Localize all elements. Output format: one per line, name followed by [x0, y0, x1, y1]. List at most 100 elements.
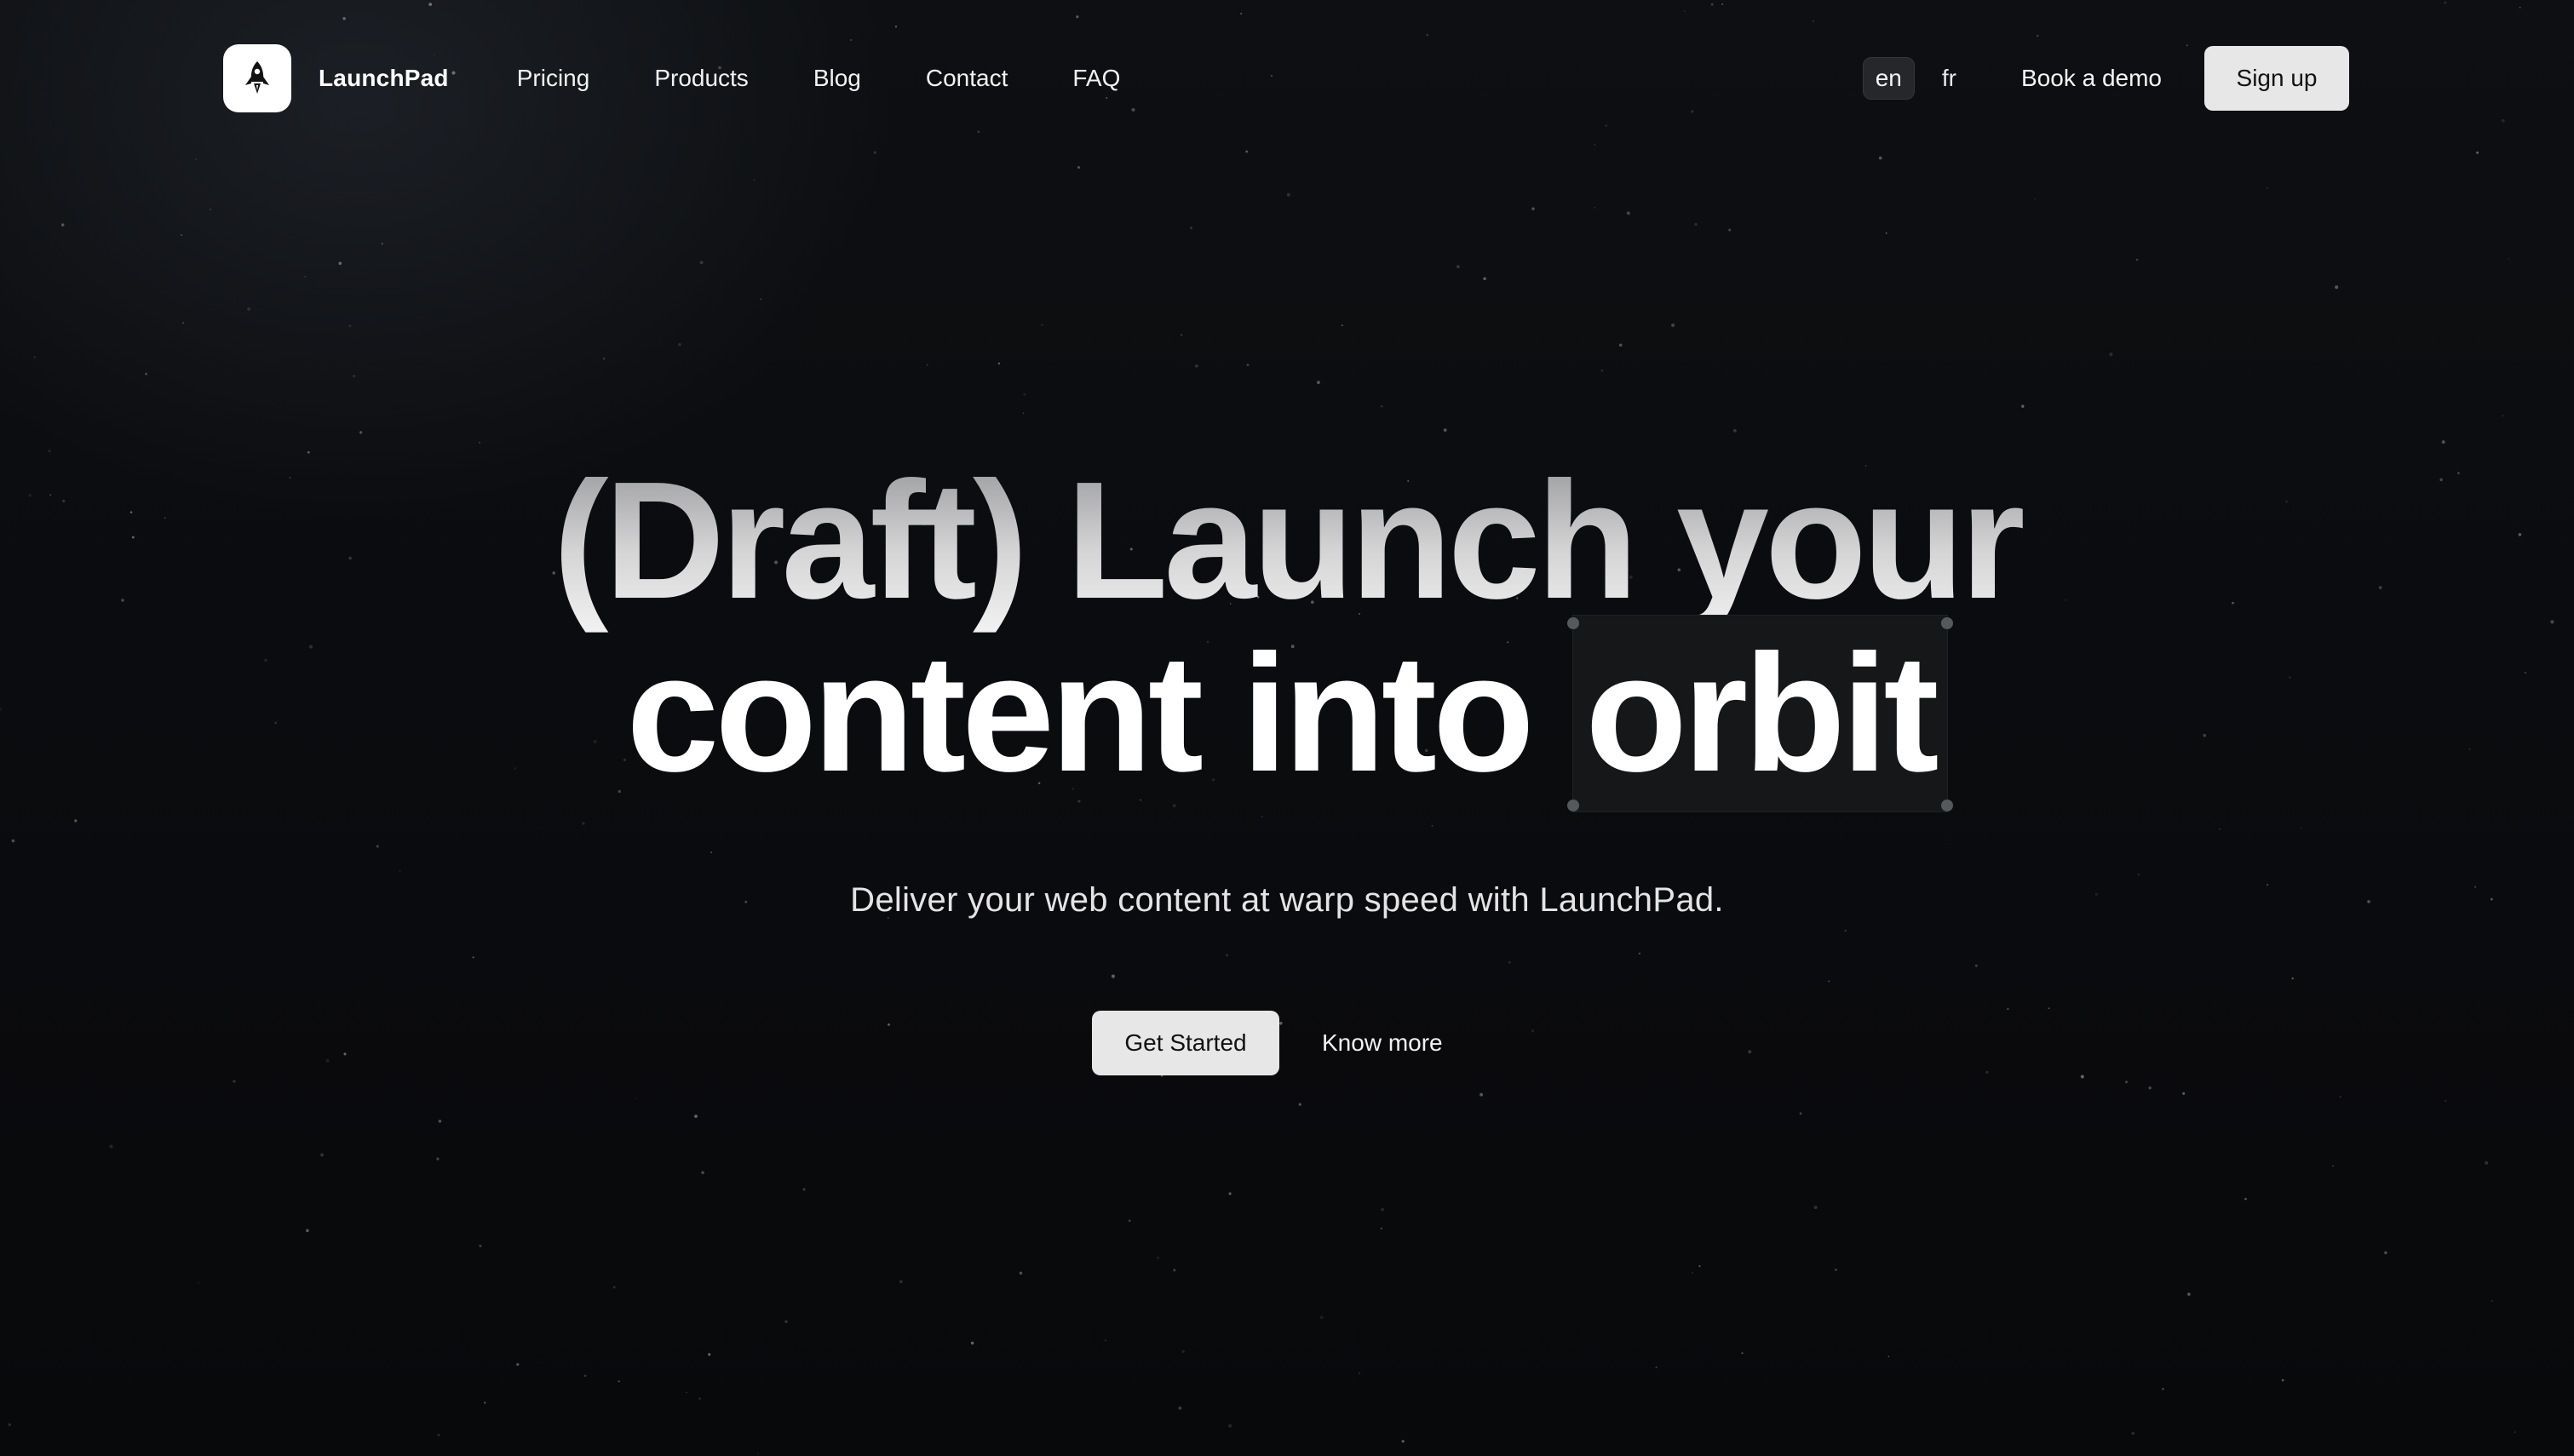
star: [247, 307, 250, 311]
star: [1710, 3, 1714, 6]
star: [1298, 1103, 1301, 1106]
nav-contact[interactable]: Contact: [926, 65, 1008, 92]
star: [1626, 211, 1630, 215]
nav-blog[interactable]: Blog: [813, 65, 861, 92]
selection-handle-bottom-right[interactable]: [1940, 800, 1953, 811]
star: [1813, 20, 1815, 22]
star: [997, 362, 1001, 365]
star: [1286, 192, 1290, 197]
star: [2514, 1430, 2516, 1434]
know-more-link[interactable]: Know more: [1322, 1029, 1443, 1057]
star: [1228, 1424, 1232, 1428]
star: [784, 1320, 788, 1323]
star: [2033, 198, 2037, 200]
star: [760, 298, 762, 301]
language-switcher: en fr: [1862, 57, 1968, 100]
hero-subtitle: Deliver your web content at warp speed w…: [850, 881, 1724, 919]
nav-pricing[interactable]: Pricing: [517, 65, 590, 92]
star: [1878, 156, 1882, 160]
star: [1741, 1352, 1744, 1355]
star: [1226, 954, 1228, 957]
star: [1381, 404, 1383, 408]
star: [182, 322, 185, 324]
star: [2187, 1293, 2191, 1296]
star: [1104, 1339, 1106, 1342]
star: [970, 1341, 974, 1345]
star: [1381, 1207, 1384, 1212]
star: [1128, 1219, 1131, 1223]
star: [11, 839, 15, 843]
star: [516, 1362, 520, 1367]
star: [1799, 1112, 1802, 1115]
star: [1319, 1316, 1324, 1320]
star: [8, 1423, 11, 1426]
nav-products[interactable]: Products: [654, 65, 749, 92]
star: [701, 1171, 704, 1175]
star: [1655, 1366, 1658, 1368]
star: [1380, 1227, 1382, 1230]
star: [1041, 324, 1043, 327]
star: [1401, 1440, 1405, 1443]
star: [2335, 285, 2339, 289]
star: [1443, 428, 1447, 432]
star: [1076, 15, 1079, 19]
get-started-button[interactable]: Get Started: [1092, 1011, 1279, 1075]
star: [850, 39, 852, 41]
star: [1691, 1271, 1694, 1274]
star: [699, 261, 704, 265]
language-en-button[interactable]: en: [1862, 57, 1915, 100]
star: [1531, 207, 1535, 210]
nav-faq[interactable]: FAQ: [1072, 65, 1120, 92]
star: [2182, 1092, 2186, 1095]
header-actions: en fr Book a demo Sign up: [1862, 46, 2349, 111]
logo: [223, 44, 291, 112]
star: [1181, 334, 1183, 336]
star: [1974, 964, 1978, 967]
star: [2501, 119, 2505, 123]
star: [306, 1229, 309, 1233]
highlighted-word: orbit: [1585, 620, 1939, 806]
star: [2131, 1431, 2135, 1436]
star: [1483, 277, 1486, 281]
star: [1173, 1269, 1176, 1272]
star: [320, 1153, 325, 1157]
star: [899, 1280, 903, 1284]
selection-handle-top-left[interactable]: [1567, 617, 1580, 629]
star: [33, 356, 36, 358]
star: [2109, 353, 2113, 357]
language-fr-button[interactable]: fr: [1930, 58, 1968, 99]
star: [338, 261, 342, 266]
main-nav: Pricing Products Blog Contact FAQ: [517, 65, 1121, 92]
star: [2339, 1096, 2341, 1098]
sign-up-button[interactable]: Sign up: [2204, 46, 2349, 111]
star: [209, 209, 211, 210]
star: [894, 26, 898, 28]
hero-heading-line1: (Draft) Launch your: [0, 443, 2574, 639]
star: [1358, 1372, 1360, 1374]
star: [1600, 369, 1604, 372]
star: [2048, 1007, 2050, 1010]
star: [2218, 828, 2221, 831]
star: [2021, 404, 2025, 408]
star: [802, 1188, 806, 1191]
book-demo-link[interactable]: Book a demo: [2021, 65, 2162, 92]
brand-link[interactable]: LaunchPad: [223, 44, 449, 112]
star: [602, 357, 606, 360]
star: [1531, 1029, 1535, 1033]
star: [1748, 1050, 1752, 1054]
star: [1178, 1406, 1182, 1410]
star: [348, 324, 352, 328]
star: [694, 1115, 698, 1118]
star: [438, 1120, 442, 1123]
star: [1019, 1271, 1023, 1275]
selection-handle-bottom-left[interactable]: [1567, 800, 1580, 811]
star: [1605, 124, 1608, 128]
star: [2301, 827, 2303, 828]
star: [1887, 1356, 1890, 1358]
star: [2491, 1299, 2493, 1302]
star: [195, 158, 198, 161]
star: [1844, 929, 1847, 932]
selection-handle-top-right[interactable]: [1940, 617, 1953, 629]
star: [1813, 1205, 1818, 1210]
star: [1594, 206, 1595, 209]
